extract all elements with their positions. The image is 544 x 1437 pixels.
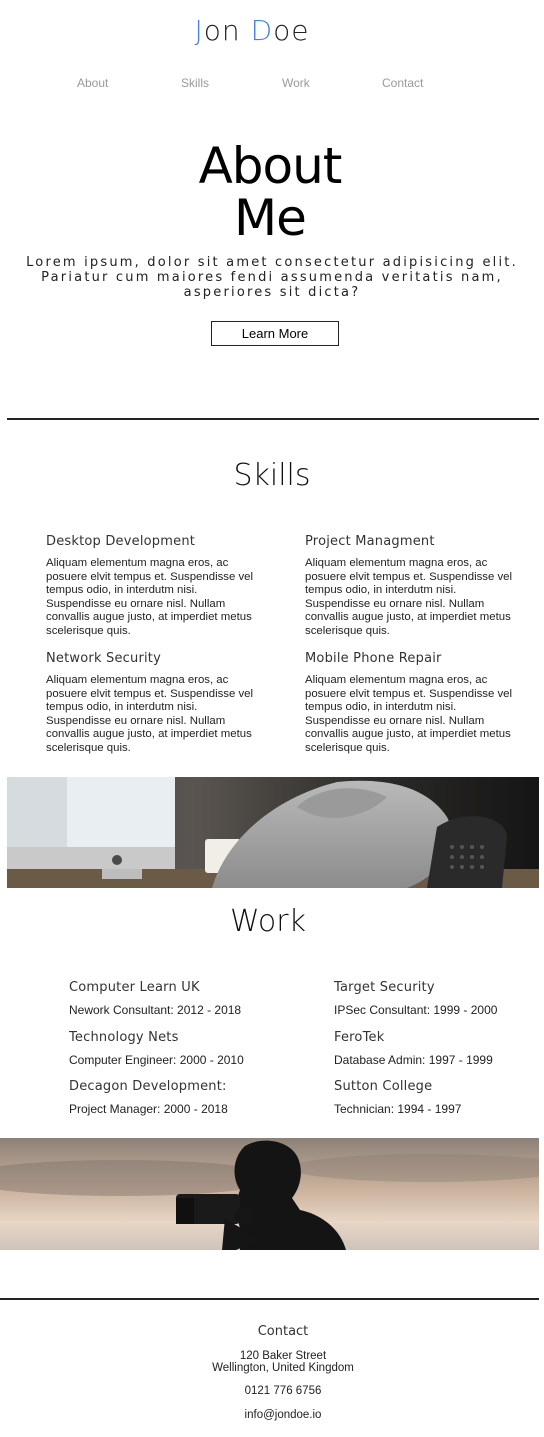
- nav-link-contact[interactable]: Contact: [382, 76, 423, 90]
- work-company: FeroTek: [334, 1030, 385, 1045]
- work-company: Target Security: [334, 980, 435, 995]
- work-role: Nework Consultant: 2012 - 2018: [69, 1003, 242, 1017]
- skill-heading: Desktop Development: [46, 534, 196, 549]
- nav-link-work[interactable]: Work: [282, 76, 310, 90]
- skill-heading: Project Managment: [305, 534, 435, 549]
- skills-title: Skills: [233, 458, 311, 493]
- address-line2: Wellington, United Kingdom: [212, 1362, 354, 1374]
- phone-number[interactable]: 0121 776 6756: [0, 1385, 544, 1397]
- skill-description: Aliquam elementum magna eros, ac posuere…: [46, 674, 254, 754]
- logo-text-first: on: [203, 14, 251, 47]
- work-role: Project Manager: 2000 - 2018: [69, 1102, 228, 1116]
- work-company: Sutton College: [334, 1079, 433, 1094]
- learn-more-button[interactable]: Learn More: [211, 321, 339, 346]
- work-role: Computer Engineer: 2000 - 2010: [69, 1053, 244, 1067]
- about-title-line2: Me: [234, 189, 307, 247]
- logo-initial-first: J: [194, 14, 204, 47]
- work-role: IPSec Consultant: 1999 - 2000: [334, 1003, 498, 1017]
- skill-description: Aliquam elementum magna eros, ac posuere…: [305, 674, 513, 754]
- site-logo[interactable]: Jon Doe: [0, 14, 504, 47]
- main-nav: About Skills Work Contact: [0, 76, 544, 92]
- work-role: Database Admin: 1997 - 1999: [334, 1053, 493, 1067]
- work-company: Decagon Development:: [69, 1079, 227, 1094]
- nav-link-skills[interactable]: Skills: [181, 76, 209, 90]
- work-title: Work: [230, 904, 306, 939]
- address-line1: 120 Baker Street: [239, 1350, 327, 1362]
- computer-work-photo: [7, 777, 539, 888]
- email-link[interactable]: info@jondoe.io: [0, 1409, 544, 1421]
- photographer-photo: [0, 1138, 539, 1250]
- about-title: About Me: [0, 140, 540, 244]
- work-role: Technician: 1994 - 1997: [334, 1102, 462, 1116]
- logo-initial-last: D: [250, 14, 274, 47]
- about-intro-text: Lorem ipsum, dolor sit amet consectetur …: [26, 255, 518, 300]
- skill-description: Aliquam elementum magna eros, ac posuere…: [46, 557, 254, 637]
- skill-description: Aliquam elementum magna eros, ac posuere…: [305, 557, 513, 637]
- logo-text-last: oe: [273, 14, 310, 47]
- about-title-line1: About: [198, 137, 343, 195]
- footer-divider: [0, 1298, 539, 1300]
- contact-title: Contact: [257, 1324, 309, 1339]
- work-company: Technology Nets: [69, 1030, 179, 1045]
- skill-heading: Mobile Phone Repair: [305, 651, 442, 666]
- section-divider: [7, 418, 539, 420]
- nav-link-about[interactable]: About: [77, 76, 108, 90]
- work-company: Computer Learn UK: [69, 980, 200, 995]
- skill-heading: Network Security: [46, 651, 161, 666]
